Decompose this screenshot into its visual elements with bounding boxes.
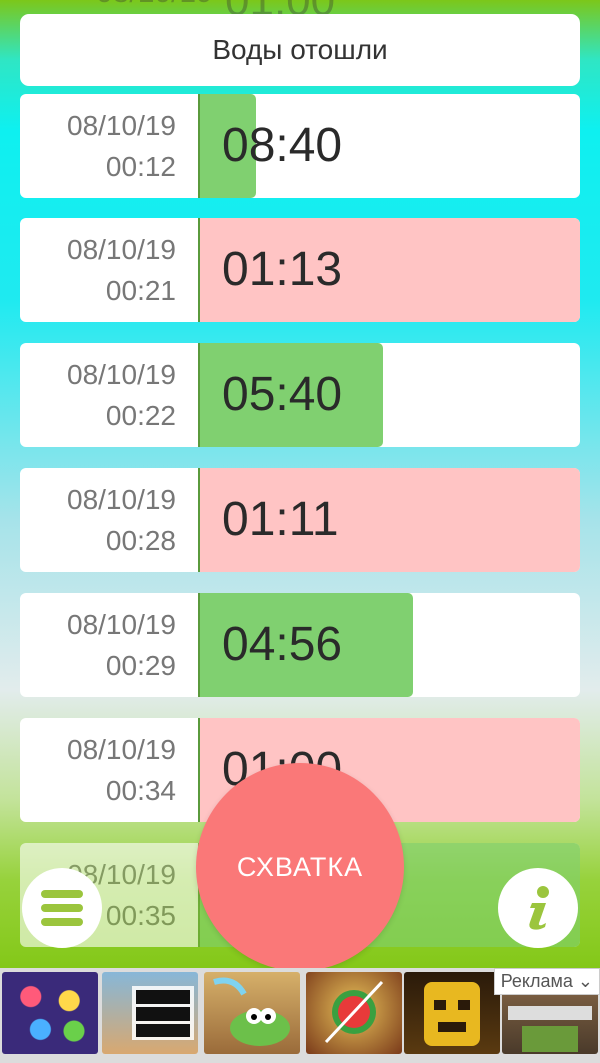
row-duration: 01:13 bbox=[222, 243, 343, 296]
row-duration-pane: 01:11 bbox=[198, 468, 580, 572]
row-duration-pane: 08:40 bbox=[198, 94, 580, 198]
row-timestamp: 08/10/19 00:34 bbox=[20, 718, 198, 822]
app-screen: 08/10/19 01:00 Воды отошли 08/10/19 00:1… bbox=[0, 0, 600, 968]
chevron-down-icon: ⌄ bbox=[577, 971, 593, 991]
row-time: 00:29 bbox=[105, 650, 176, 681]
row-date: 08/10/19 bbox=[67, 234, 176, 265]
fruit-icon bbox=[324, 980, 384, 1044]
crocodile-icon bbox=[213, 977, 290, 1046]
menu-button[interactable] bbox=[22, 868, 102, 948]
ad-label[interactable]: Реклама ⌄ bbox=[493, 968, 600, 995]
row-duration-pane: 05:40 bbox=[198, 343, 580, 447]
row-time: 00:21 bbox=[105, 275, 176, 306]
ad-app-wheres-my-water[interactable] bbox=[204, 972, 300, 1054]
row-timestamp: 08/10/19 00:12 bbox=[20, 94, 198, 198]
row-duration: 08:40 bbox=[222, 119, 343, 172]
row-date: 08/10/19 bbox=[67, 609, 176, 640]
row-timestamp: 08/10/19 00:29 bbox=[20, 593, 198, 697]
row-duration: 05:40 bbox=[222, 368, 343, 421]
contraction-button-label: СХВАТКА bbox=[236, 851, 364, 882]
row-timestamp: 08/10/19 00:21 bbox=[20, 218, 198, 322]
contraction-button[interactable]: СХВАТКА bbox=[196, 763, 404, 968]
row-time: 00:12 bbox=[105, 151, 176, 182]
row-date: 08/10/19 bbox=[67, 110, 176, 141]
ad-app-candy-crush[interactable] bbox=[2, 972, 98, 1054]
ad-label-text: Реклама bbox=[500, 971, 573, 991]
row-date: 08/10/19 bbox=[67, 734, 176, 765]
row-duration-pane: 04:56 bbox=[198, 593, 580, 697]
info-button[interactable] bbox=[498, 868, 578, 948]
interval-row[interactable]: 08/10/19 00:21 01:13 bbox=[20, 218, 580, 322]
row-date: 08/10/19 bbox=[67, 484, 176, 515]
interval-row[interactable]: 08/10/19 00:28 01:11 bbox=[20, 468, 580, 572]
row-duration: 04:56 bbox=[222, 618, 343, 671]
row-timestamp: 08/10/19 00:28 bbox=[20, 468, 198, 572]
row-time: 00:34 bbox=[105, 775, 176, 806]
ad-app-temple-run[interactable] bbox=[404, 972, 500, 1054]
contraction-row[interactable]: 08/10/19 00:12 08:40 bbox=[20, 94, 580, 198]
menu-icon bbox=[41, 890, 83, 926]
row-duration: 01:11 bbox=[222, 493, 339, 546]
contraction-row[interactable]: 08/10/19 00:22 05:40 bbox=[20, 343, 580, 447]
row-duration-pane: 01:13 bbox=[198, 218, 580, 322]
row-date: 08/10/19 bbox=[67, 359, 176, 390]
ad-app-fruit-ninja[interactable] bbox=[306, 972, 402, 1054]
info-icon bbox=[529, 886, 549, 930]
ad-banner[interactable]: Реклама ⌄ bbox=[0, 968, 600, 1063]
row-time: 00:35 bbox=[105, 900, 176, 931]
ad-app-gta[interactable] bbox=[102, 972, 198, 1054]
temple-idol-icon bbox=[424, 982, 480, 1046]
row-time: 00:22 bbox=[105, 400, 176, 431]
gta-logo-icon bbox=[132, 986, 194, 1040]
row-timestamp: 08/10/19 00:22 bbox=[20, 343, 198, 447]
contraction-row[interactable]: 08/10/19 00:29 04:56 bbox=[20, 593, 580, 697]
row-time: 00:28 bbox=[105, 525, 176, 556]
